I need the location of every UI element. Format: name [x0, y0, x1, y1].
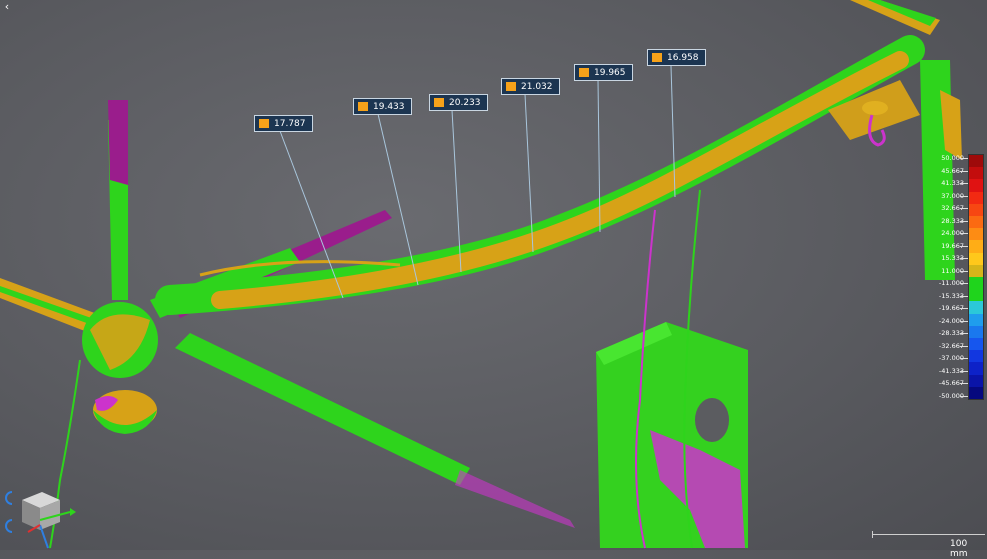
color-scale-band: [969, 167, 983, 180]
color-scale-tick: [960, 320, 968, 322]
color-scale-tick: [960, 208, 968, 210]
callout-swatch: [506, 82, 516, 91]
callout-5[interactable]: 19.965: [574, 64, 633, 81]
color-scale-tick: [960, 170, 968, 172]
callout-swatch: [579, 68, 589, 77]
callout-6[interactable]: 16.958: [647, 49, 706, 66]
color-scale-band: [969, 374, 983, 387]
lower-pipe: [175, 333, 470, 485]
left-pipe-green: [0, 286, 97, 326]
color-scale-band: [969, 252, 983, 265]
color-scale-band: [969, 325, 983, 339]
color-scale-band: [969, 228, 983, 241]
color-scale-tick: [960, 370, 968, 372]
color-scale-band: [969, 179, 983, 192]
color-scale-legend: 50.000 45.667 41.333 37.000 32.667 28.333 24.0…: [924, 154, 987, 400]
callout-3[interactable]: 20.233: [429, 94, 488, 111]
color-scale-tick: [960, 396, 968, 397]
color-scale-bar: [968, 154, 984, 400]
callout-swatch: [358, 102, 368, 111]
color-scale-band: [969, 301, 983, 314]
callout-value: 19.433: [373, 101, 405, 112]
color-scale-tick: [960, 183, 968, 185]
point-cloud-scene: [0, 0, 962, 549]
callout-2[interactable]: 19.433: [353, 98, 412, 115]
axis-z: [39, 524, 49, 549]
back-arrow-icon[interactable]: ‹: [1, 1, 13, 13]
color-scale-band: [969, 350, 983, 363]
bracket-hole: [695, 398, 729, 442]
callout-value: 17.787: [274, 118, 306, 129]
color-scale-band: [969, 203, 983, 217]
3d-viewport[interactable]: ‹ 17.787 19.433 20.233 21.032 19.965 16.…: [0, 0, 987, 559]
color-scale-tick: [960, 270, 968, 272]
color-scale-band: [969, 338, 983, 351]
color-scale-tick: [960, 245, 968, 247]
upper-stub-purple: [108, 100, 128, 185]
color-scale-band: [969, 216, 983, 229]
color-scale-tick: [960, 295, 968, 297]
callout-1[interactable]: 17.787: [254, 115, 313, 132]
color-scale-tick: [960, 233, 968, 235]
lower-pipe-tail: [455, 470, 575, 528]
color-scale-tick: [960, 195, 968, 197]
callout-swatch: [652, 53, 662, 62]
color-scale-tick: [960, 333, 968, 335]
callout-value: 21.032: [521, 81, 553, 92]
callout-value: 20.233: [449, 97, 481, 108]
color-scale-tick: [960, 345, 968, 347]
color-scale-tick: [960, 308, 968, 310]
color-scale-band: [969, 191, 983, 204]
view-cube-icon[interactable]: [0, 480, 80, 550]
callout-4[interactable]: 21.032: [501, 78, 560, 95]
rotate-icon[interactable]: [5, 519, 13, 533]
color-scale-tick: [960, 383, 968, 385]
color-scale-band: [969, 240, 983, 253]
callout-value: 19.965: [594, 67, 626, 78]
color-scale-tick: [960, 283, 968, 285]
color-scale-band: [969, 386, 983, 400]
color-scale-tick: [960, 220, 968, 222]
color-scale-band: [969, 264, 983, 278]
callout-value: 16.958: [667, 52, 699, 63]
scale-bar-label: 100 mm: [950, 539, 968, 559]
rotate-icon[interactable]: [5, 491, 13, 505]
color-scale-band: [969, 362, 983, 375]
hook-disk: [862, 101, 888, 115]
callout-swatch: [434, 98, 444, 107]
color-scale-band: [969, 313, 983, 326]
callout-swatch: [259, 119, 269, 128]
color-scale-tick: [960, 358, 968, 360]
color-scale-band: [969, 277, 983, 290]
axis-x-head: [70, 508, 76, 516]
color-scale-band: [969, 155, 983, 168]
scale-bar: [872, 534, 985, 535]
color-scale-band: [969, 289, 983, 302]
color-scale-tick: [960, 258, 968, 260]
color-scale-tick: [960, 158, 968, 159]
